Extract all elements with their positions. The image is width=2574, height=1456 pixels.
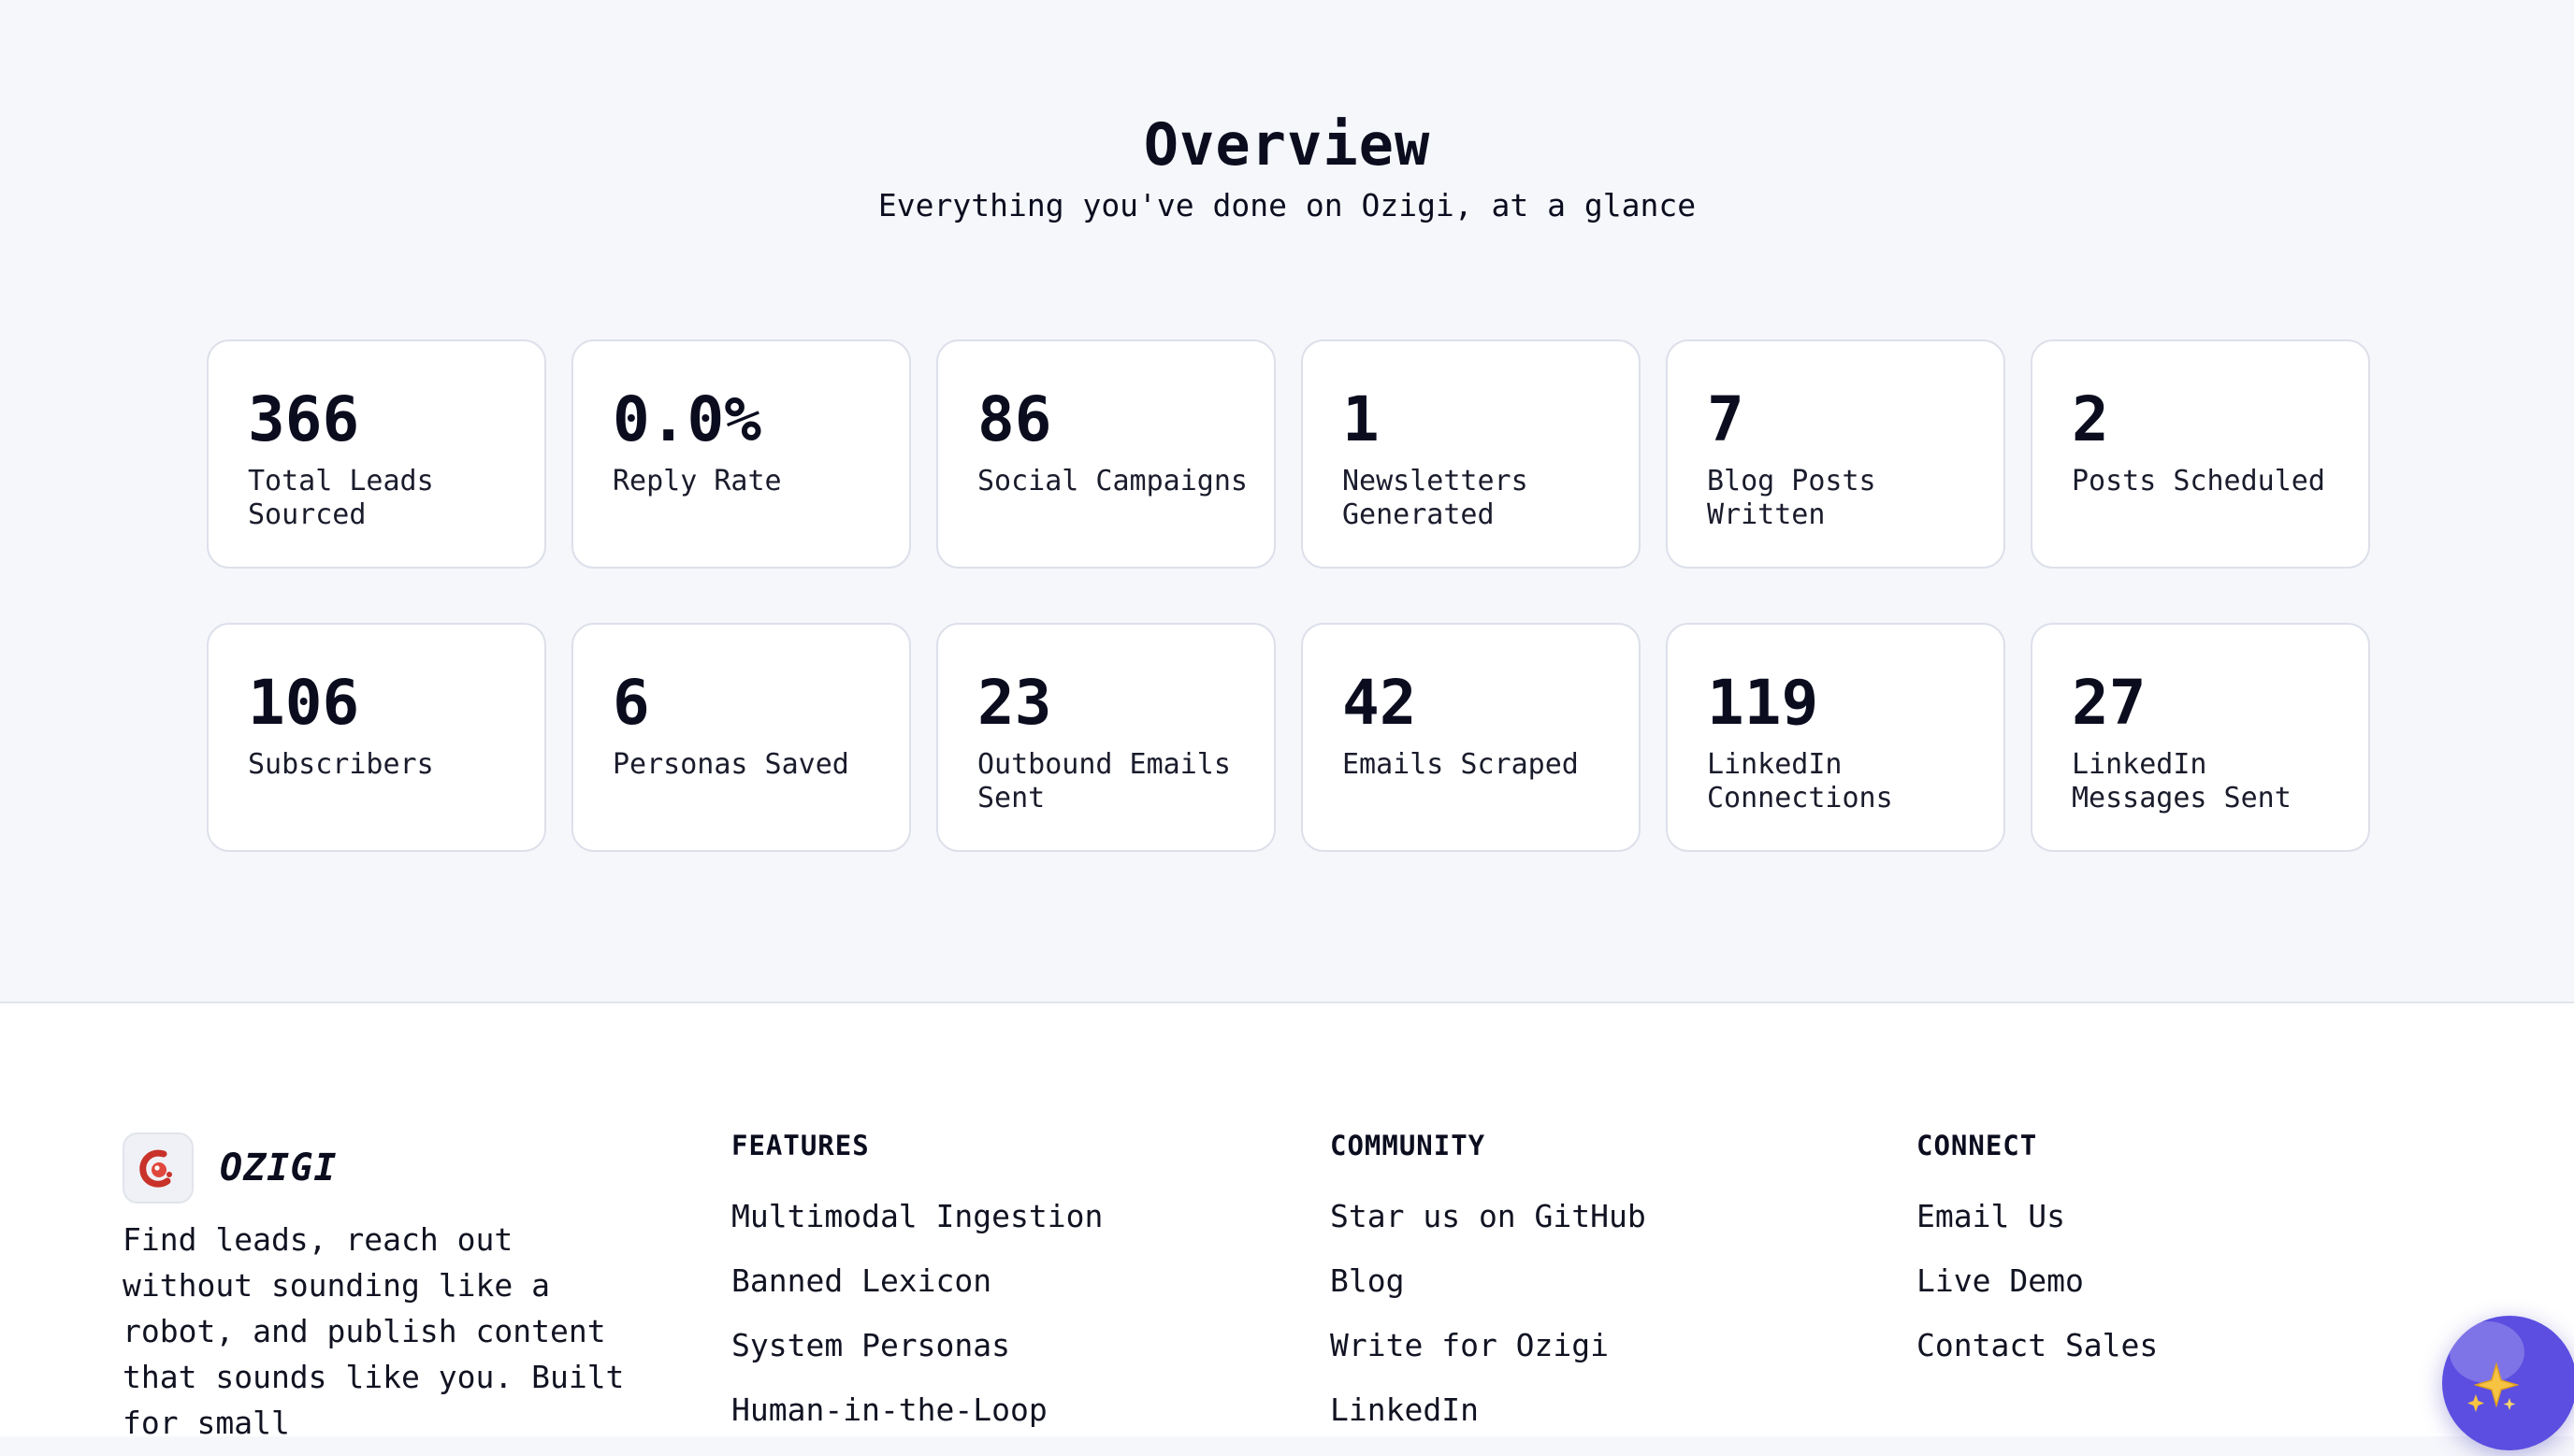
footer-link-human-in-the-loop[interactable]: Human-in-the-Loop [731,1391,1103,1429]
stat-label: Newsletters Generated [1342,465,1528,531]
stat-label: Personas Saved [613,748,849,781]
stat-card-newsletters: 1 Newsletters Generated [1301,339,1641,569]
footer-link-blog[interactable]: Blog [1330,1262,1646,1300]
footer-link-multimodal-ingestion[interactable]: Multimodal Ingestion [731,1198,1103,1235]
sparkles-icon [2467,1362,2520,1412]
footer-link-banned-lexicon[interactable]: Banned Lexicon [731,1262,1103,1300]
stat-label: Total Leads Sourced [248,465,434,531]
stat-label: LinkedIn Connections [1707,748,1893,814]
brand-row[interactable]: OZIGI [123,1131,646,1205]
footer-column-community: COMMUNITY Star us on GitHub Blog Write f… [1330,1127,1646,1456]
footer-heading-connect: CONNECT [1916,1130,2038,1161]
stat-card-linkedin-connections: 119 LinkedIn Connections [1666,623,2005,852]
footer-links-connect: Email Us Live Demo Contact Sales [1916,1198,2158,1364]
overview-title: Overview [1143,110,1431,179]
stat-value: 27 [2072,667,2147,739]
stat-value: 1 [1342,383,1380,455]
footer-link-contact-sales[interactable]: Contact Sales [1916,1327,2158,1364]
footer-heading-features: FEATURES [731,1130,870,1161]
footer-column-connect: CONNECT Email Us Live Demo Contact Sales [1916,1127,2158,1391]
stat-card-total-leads: 366 Total Leads Sourced [207,339,546,569]
stat-value: 106 [248,667,360,739]
stat-label: LinkedIn Messages Sent [2072,748,2292,814]
stat-card-posts-scheduled: 2 Posts Scheduled [2031,339,2370,569]
stat-card-outbound-emails: 23 Outbound Emails Sent [936,623,1276,852]
footer-link-write-for-ozigi[interactable]: Write for Ozigi [1330,1327,1646,1364]
ozigi-logo-graphic [139,1149,172,1188]
stat-label: Emails Scraped [1342,748,1579,781]
stat-value: 366 [248,383,360,455]
footer-link-email-us[interactable]: Email Us [1916,1198,2158,1235]
brand-tagline: Find leads, reach out without sounding l… [123,1221,625,1441]
footer-brand: OZIGI Find leads, reach out without soun… [123,1131,646,1446]
stat-value: 7 [1707,383,1744,455]
stat-card-social-campaigns: 86 Social Campaigns [936,339,1276,569]
stat-label: Blog Posts Written [1707,465,1876,531]
stat-card-linkedin-messages: 27 LinkedIn Messages Sent [2031,623,2370,852]
stat-card-personas: 6 Personas Saved [571,623,911,852]
stat-label: Subscribers [248,748,434,781]
stat-label: Reply Rate [613,465,782,497]
footer-link-live-demo[interactable]: Live Demo [1916,1262,2158,1300]
stat-label: Outbound Emails Sent [977,748,1231,814]
stat-label: Social Campaigns [977,465,1248,497]
stat-value: 23 [977,667,1052,739]
stat-card-emails-scraped: 42 Emails Scraped [1301,623,1641,852]
footer-link-github[interactable]: Star us on GitHub [1330,1198,1646,1235]
ozigi-logo-icon [123,1132,194,1204]
overview-subtitle: Everything you've done on Ozigi, at a gl… [877,187,1697,223]
footer-links-community: Star us on GitHub Blog Write for Ozigi L… [1330,1198,1646,1429]
stat-card-reply-rate: 0.0% Reply Rate [571,339,911,569]
footer-column-features: FEATURES Multimodal Ingestion Banned Lex… [731,1127,1103,1456]
stat-card-blog-posts: 7 Blog Posts Written [1666,339,2005,569]
footer-link-linkedin[interactable]: LinkedIn [1330,1391,1646,1429]
site-footer: OZIGI Find leads, reach out without soun… [0,1003,2574,1441]
overview-section: Overview Everything you've done on Ozigi… [0,0,2574,1003]
footer-link-system-personas[interactable]: System Personas [731,1327,1103,1364]
stat-card-subscribers: 106 Subscribers [207,623,546,852]
footer-links-features: Multimodal Ingestion Banned Lexicon Syst… [731,1198,1103,1429]
stat-label: Posts Scheduled [2072,465,2325,497]
stat-value: 6 [613,667,650,739]
assistant-fab-button[interactable] [2442,1316,2574,1450]
stat-value: 2 [2072,383,2109,455]
footer-heading-community: COMMUNITY [1330,1130,1486,1161]
brand-name: OZIGI [220,1146,338,1189]
stats-grid: 366 Total Leads Sourced 0.0% Reply Rate … [207,339,2371,852]
stat-value: 119 [1707,667,1819,739]
stat-value: 86 [977,383,1052,455]
stat-value: 42 [1342,667,1417,739]
stat-value: 0.0% [613,383,761,455]
